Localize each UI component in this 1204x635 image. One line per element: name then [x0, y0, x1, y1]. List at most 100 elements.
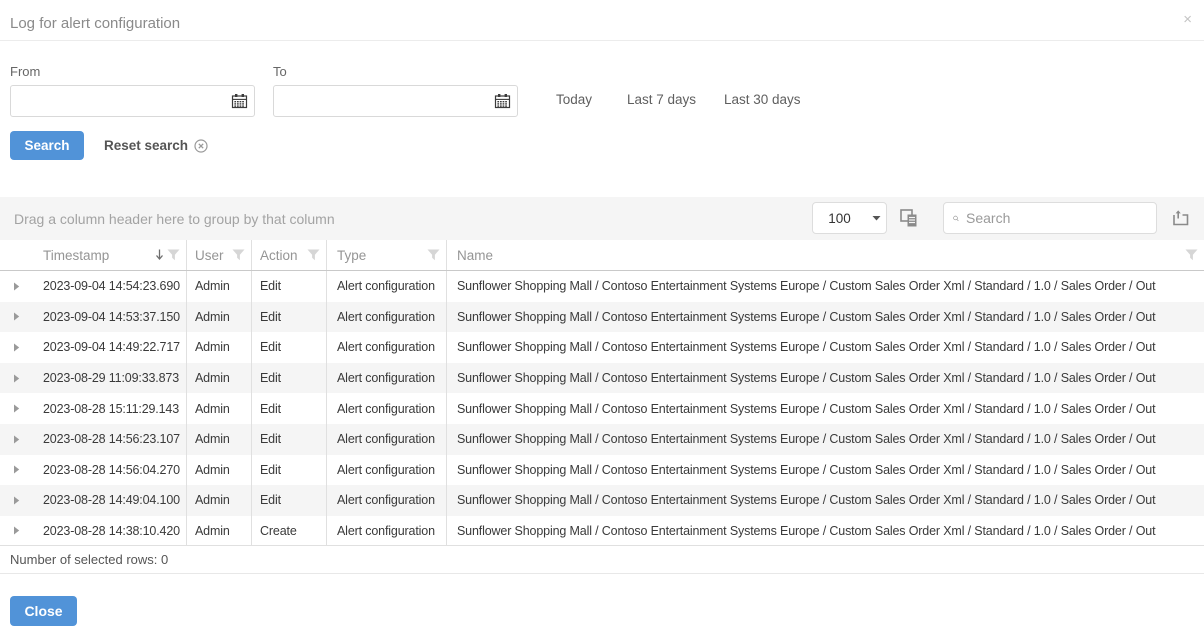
cell-type: Alert configuration	[327, 393, 447, 424]
cell-type: Alert configuration	[327, 302, 447, 333]
column-header-name[interactable]: Name	[447, 240, 1204, 270]
cell-user: Admin	[187, 393, 252, 424]
filter-icon[interactable]	[167, 249, 180, 261]
search-icon	[953, 211, 959, 226]
chevron-right-icon	[13, 526, 20, 535]
sort-desc-icon	[155, 249, 164, 261]
cell-user: Admin	[187, 424, 252, 455]
copy-grid-button[interactable]	[895, 204, 923, 232]
to-date-field[interactable]	[273, 85, 518, 117]
export-button[interactable]	[1166, 204, 1194, 232]
chevron-right-icon	[13, 312, 20, 321]
cell-user: Admin	[187, 363, 252, 394]
row-expand-arrow[interactable]	[0, 485, 33, 516]
reset-search-label: Reset search	[104, 138, 188, 153]
cell-timestamp: 2023-09-04 14:49:22.717	[33, 332, 187, 363]
table-row[interactable]: 2023-08-28 14:56:04.270AdminEditAlert co…	[0, 455, 1204, 486]
group-panel[interactable]: Drag a column header here to group by th…	[0, 197, 1204, 240]
dialog-title: Log for alert configuration	[10, 15, 180, 32]
column-header-user[interactable]: User	[187, 240, 252, 270]
cell-type: Alert configuration	[327, 516, 447, 546]
header-expand-column	[0, 240, 33, 270]
column-header-action[interactable]: Action	[252, 240, 327, 270]
cell-user: Admin	[187, 516, 252, 546]
table-row[interactable]: 2023-09-04 14:53:37.150AdminEditAlert co…	[0, 302, 1204, 333]
table-row[interactable]: 2023-08-28 14:38:10.420AdminCreateAlert …	[0, 516, 1204, 547]
row-expand-arrow[interactable]	[0, 271, 33, 302]
page-size-select[interactable]: 100	[812, 202, 887, 234]
dialog-close-icon[interactable]: ×	[1183, 12, 1192, 28]
grid-body: 2023-09-04 14:54:23.690AdminEditAlert co…	[0, 271, 1204, 546]
cell-type: Alert configuration	[327, 424, 447, 455]
cell-action: Edit	[252, 455, 327, 486]
cell-action: Edit	[252, 363, 327, 394]
selected-rows-count: Number of selected rows: 0	[10, 552, 168, 567]
to-label: To	[273, 64, 287, 79]
copy-icon	[899, 208, 920, 229]
filter-icon[interactable]	[307, 249, 320, 261]
table-row[interactable]: 2023-08-28 14:49:04.100AdminEditAlert co…	[0, 485, 1204, 516]
cell-action: Edit	[252, 393, 327, 424]
column-header-timestamp[interactable]: Timestamp	[33, 240, 187, 270]
chevron-right-icon	[13, 282, 20, 291]
row-expand-arrow[interactable]	[0, 516, 33, 546]
cell-type: Alert configuration	[327, 332, 447, 363]
row-expand-arrow[interactable]	[0, 332, 33, 363]
close-button[interactable]: Close	[10, 596, 77, 626]
chevron-right-icon	[13, 343, 20, 352]
cell-name: Sunflower Shopping Mall / Contoso Entert…	[447, 332, 1204, 363]
export-icon	[1171, 209, 1190, 227]
cell-action: Edit	[252, 332, 327, 363]
row-expand-arrow[interactable]	[0, 302, 33, 333]
cell-action: Edit	[252, 271, 327, 302]
row-expand-arrow[interactable]	[0, 393, 33, 424]
cell-user: Admin	[187, 302, 252, 333]
cell-action: Edit	[252, 485, 327, 516]
dialog-titlebar: Log for alert configuration ×	[0, 0, 1204, 41]
filter-icon[interactable]	[1185, 249, 1198, 261]
chevron-down-icon	[866, 215, 886, 221]
cell-name: Sunflower Shopping Mall / Contoso Entert…	[447, 455, 1204, 486]
table-row[interactable]: 2023-08-29 11:09:33.873AdminEditAlert co…	[0, 363, 1204, 394]
table-row[interactable]: 2023-08-28 15:11:29.143AdminEditAlert co…	[0, 393, 1204, 424]
calendar-icon[interactable]	[487, 86, 517, 116]
cell-name: Sunflower Shopping Mall / Contoso Entert…	[447, 302, 1204, 333]
page-size-value: 100	[813, 211, 866, 226]
cell-action: Edit	[252, 302, 327, 333]
quick-range-today[interactable]: Today	[556, 92, 592, 107]
cell-action: Create	[252, 516, 327, 546]
from-date-input[interactable]	[11, 86, 224, 116]
cell-name: Sunflower Shopping Mall / Contoso Entert…	[447, 271, 1204, 302]
quick-range-last-7-days[interactable]: Last 7 days	[627, 92, 696, 107]
group-panel-hint: Drag a column header here to group by th…	[14, 211, 335, 227]
cell-user: Admin	[187, 332, 252, 363]
from-date-field[interactable]	[10, 85, 255, 117]
table-row[interactable]: 2023-09-04 14:54:23.690AdminEditAlert co…	[0, 271, 1204, 302]
grid-search-field[interactable]	[943, 202, 1157, 234]
grid-search-input[interactable]	[966, 210, 1147, 226]
to-date-input[interactable]	[274, 86, 487, 116]
search-button[interactable]: Search	[10, 131, 84, 160]
cell-name: Sunflower Shopping Mall / Contoso Entert…	[447, 485, 1204, 516]
row-expand-arrow[interactable]	[0, 424, 33, 455]
cell-type: Alert configuration	[327, 485, 447, 516]
reset-search-button[interactable]: Reset search	[104, 138, 208, 153]
chevron-right-icon	[13, 435, 20, 444]
table-row[interactable]: 2023-08-28 14:56:23.107AdminEditAlert co…	[0, 424, 1204, 455]
quick-range-last-30-days[interactable]: Last 30 days	[724, 92, 801, 107]
cell-timestamp: 2023-08-28 15:11:29.143	[33, 393, 187, 424]
cell-action: Edit	[252, 424, 327, 455]
chevron-right-icon	[13, 374, 20, 383]
cell-timestamp: 2023-08-28 14:56:23.107	[33, 424, 187, 455]
row-expand-arrow[interactable]	[0, 363, 33, 394]
reset-clear-icon	[194, 139, 208, 153]
cell-type: Alert configuration	[327, 363, 447, 394]
row-expand-arrow[interactable]	[0, 455, 33, 486]
table-row[interactable]: 2023-09-04 14:49:22.717AdminEditAlert co…	[0, 332, 1204, 363]
column-header-type[interactable]: Type	[327, 240, 447, 270]
cell-timestamp: 2023-09-04 14:53:37.150	[33, 302, 187, 333]
chevron-right-icon	[13, 496, 20, 505]
filter-icon[interactable]	[232, 249, 245, 261]
filter-icon[interactable]	[427, 249, 440, 261]
calendar-icon[interactable]	[224, 86, 254, 116]
